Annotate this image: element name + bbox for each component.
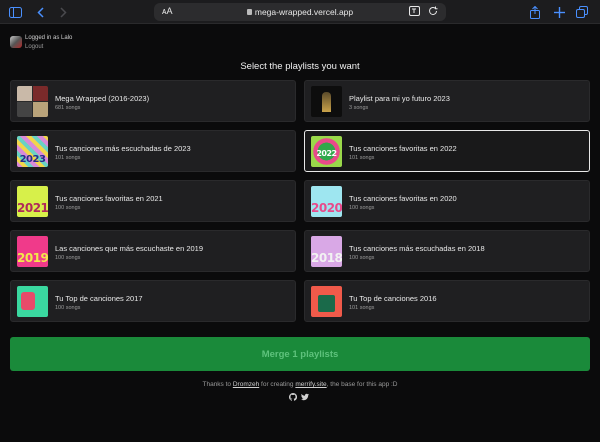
reload-icon[interactable] bbox=[428, 6, 438, 16]
cover-year: 2018 bbox=[311, 251, 342, 265]
back-icon[interactable] bbox=[35, 4, 45, 20]
playlist-song-count: 100 songs bbox=[55, 205, 81, 211]
playlist-cover: 2018 bbox=[311, 236, 342, 267]
cover-year: 2020 bbox=[311, 201, 342, 215]
playlist-card-2016[interactable]: Tu Top de canciones 2016 101 songs bbox=[304, 280, 590, 322]
playlist-card-2019[interactable]: 2019 Las canciones que más escuchaste en… bbox=[10, 230, 296, 272]
playlist-name: Tu Top de canciones 2017 bbox=[55, 294, 143, 303]
cover-year: 2019 bbox=[17, 251, 48, 265]
playlist-cover bbox=[17, 86, 48, 117]
playlist-song-count: 3 songs bbox=[349, 105, 369, 111]
footer-suffix: , the base for this app :D bbox=[326, 381, 398, 388]
playlist-song-count: 101 songs bbox=[55, 155, 81, 161]
playlist-song-count: 100 songs bbox=[55, 305, 81, 311]
avatar bbox=[10, 36, 22, 48]
playlist-card-2018[interactable]: 2018 Tus canciones más escuchadas en 201… bbox=[304, 230, 590, 272]
playlist-name: Tus canciones más escuchadas de 2023 bbox=[55, 144, 191, 153]
playlist-cover bbox=[311, 286, 342, 317]
merge-button[interactable]: Merge 1 playlists bbox=[10, 337, 590, 371]
merge-button-label: Merge 1 playlists bbox=[261, 348, 339, 360]
playlist-card-mega-wrapped[interactable]: Mega Wrapped (2016-2023) 681 songs bbox=[10, 80, 296, 122]
social-links bbox=[289, 393, 309, 401]
share-icon[interactable] bbox=[529, 4, 541, 20]
playlist-cover bbox=[17, 286, 48, 317]
site-link[interactable]: merrify.site bbox=[295, 381, 326, 388]
footer-prefix: Thanks to bbox=[202, 381, 233, 388]
playlist-card-2020[interactable]: 2020 Tus canciones favoritas en 2020 100… bbox=[304, 180, 590, 222]
cover-year: 2021 bbox=[17, 201, 48, 215]
playlist-name: Playlist para mi yo futuro 2023 bbox=[349, 94, 450, 103]
playlist-song-count: 100 songs bbox=[349, 255, 375, 261]
cover-year: 2023 bbox=[19, 154, 46, 165]
twitter-icon[interactable] bbox=[301, 393, 309, 401]
new-tab-icon[interactable] bbox=[553, 4, 565, 20]
playlist-name: Tus canciones favoritas en 2022 bbox=[349, 144, 457, 153]
page-title: Select the playlists you want bbox=[240, 61, 360, 72]
url-text: mega-wrapped.vercel.app bbox=[254, 7, 354, 17]
playlist-cover: 2022 bbox=[311, 136, 342, 167]
playlist-name: Tus canciones favoritas en 2021 bbox=[55, 194, 163, 203]
cover-year: 2022 bbox=[316, 149, 337, 158]
playlist-card-2021[interactable]: 2021 Tus canciones favoritas en 2021 100… bbox=[10, 180, 296, 222]
sidebar-icon[interactable] bbox=[8, 4, 22, 20]
playlist-cover: 2020 bbox=[311, 186, 342, 217]
playlist-cover bbox=[311, 86, 342, 117]
forward-icon[interactable] bbox=[58, 4, 68, 20]
playlist-card-2022[interactable]: 2022 Tus canciones favoritas en 2022 101… bbox=[304, 130, 590, 172]
playlist-song-count: 101 songs bbox=[349, 305, 375, 311]
playlist-song-count: 681 songs bbox=[55, 105, 81, 111]
playlist-song-count: 100 songs bbox=[349, 205, 375, 211]
playlist-song-count: 101 songs bbox=[349, 155, 375, 161]
playlist-name: Tus canciones favoritas en 2020 bbox=[349, 194, 457, 203]
playlist-cover: 2019 bbox=[17, 236, 48, 267]
playlist-name: Las canciones que más escuchaste en 2019 bbox=[55, 244, 204, 253]
playlist-song-count: 100 songs bbox=[55, 255, 81, 261]
address-bar[interactable]: ᴀA mega-wrapped.vercel.app bbox=[154, 3, 446, 21]
logout-link[interactable]: Logout bbox=[25, 43, 72, 52]
playlist-name: Tus canciones más escuchadas en 2018 bbox=[349, 244, 485, 253]
playlist-cover: 2023 bbox=[17, 136, 48, 167]
playlist-name: Tu Top de canciones 2016 bbox=[349, 294, 437, 303]
lock-icon bbox=[246, 9, 252, 15]
playlist-name: Mega Wrapped (2016-2023) bbox=[55, 94, 150, 103]
tabs-overview-icon[interactable] bbox=[576, 4, 588, 20]
logged-in-label: Logged in as Lalo bbox=[25, 35, 73, 41]
playlist-card-2017[interactable]: Tu Top de canciones 2017 100 songs bbox=[10, 280, 296, 322]
footer-credits: Thanks to Dromzeh for creating merrify.s… bbox=[0, 381, 600, 388]
footer-middle: for creating bbox=[259, 381, 296, 388]
url-field[interactable]: mega-wrapped.vercel.app bbox=[154, 7, 446, 17]
github-icon[interactable] bbox=[289, 393, 297, 401]
playlist-card-2023[interactable]: 2023 Tus canciones más escuchadas de 202… bbox=[10, 130, 296, 172]
playlist-cover: 2021 bbox=[17, 186, 48, 217]
author-link[interactable]: Dromzeh bbox=[233, 381, 259, 388]
playlist-card-futuro[interactable]: Playlist para mi yo futuro 2023 3 songs bbox=[304, 80, 590, 122]
browser-toolbar: ᴀA mega-wrapped.vercel.app bbox=[0, 0, 600, 24]
translate-icon[interactable] bbox=[409, 6, 420, 16]
